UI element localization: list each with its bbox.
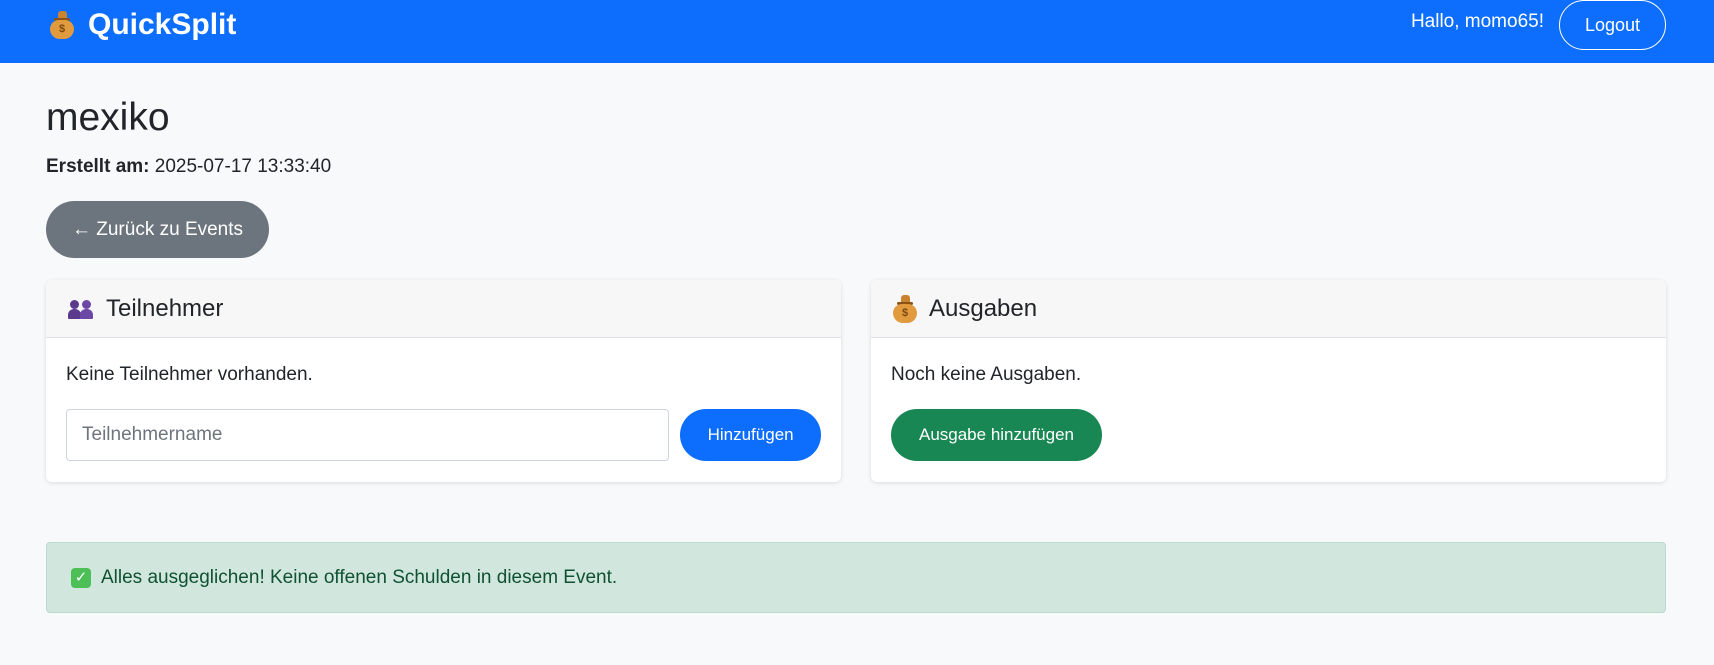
add-participant-button[interactable]: Hinzufügen [680, 409, 821, 461]
settled-alert: ✓ Alles ausgeglichen! Keine offenen Schu… [46, 542, 1666, 613]
created-info: Erstellt am: 2025-07-17 13:33:40 [46, 156, 331, 178]
back-to-events-button[interactable]: ← Zurück zu Events [46, 201, 269, 258]
user-greeting: Hallo, momo65! [1410, 11, 1544, 32]
check-icon: ✓ [71, 567, 91, 588]
created-value: 2025-07-17 13:33:40 [154, 156, 332, 177]
brand-link[interactable]: $ QuickSplit [50, 4, 236, 46]
expenses-header: $ Ausgaben [871, 280, 1666, 338]
participants-card: Teilnehmer Keine Teilnehmer vorhanden. H… [46, 280, 841, 482]
people-icon [68, 299, 94, 319]
logout-button[interactable]: Logout [1559, 0, 1666, 50]
page-title: mexiko [46, 96, 170, 139]
participants-empty-text: Keine Teilnehmer vorhanden. [66, 364, 313, 385]
money-bag-icon: $ [50, 11, 74, 39]
created-label: Erstellt am: [46, 156, 150, 177]
brand-name: QuickSplit [88, 8, 237, 41]
add-expense-button[interactable]: Ausgabe hinzufügen [891, 409, 1102, 461]
money-bag-icon: $ [893, 294, 917, 323]
alert-text: Alles ausgeglichen! Keine offenen Schuld… [101, 566, 618, 588]
participant-name-input[interactable] [66, 409, 670, 461]
participants-title: Teilnehmer [106, 294, 224, 322]
expenses-card: $ Ausgaben Noch keine Ausgaben. Ausgabe … [871, 280, 1666, 482]
participants-header: Teilnehmer [46, 280, 841, 338]
expenses-empty-text: Noch keine Ausgaben. [891, 364, 1082, 385]
navbar: $ QuickSplit Hallo, momo65! Logout [0, 0, 1714, 63]
expenses-title: Ausgaben [929, 294, 1038, 322]
